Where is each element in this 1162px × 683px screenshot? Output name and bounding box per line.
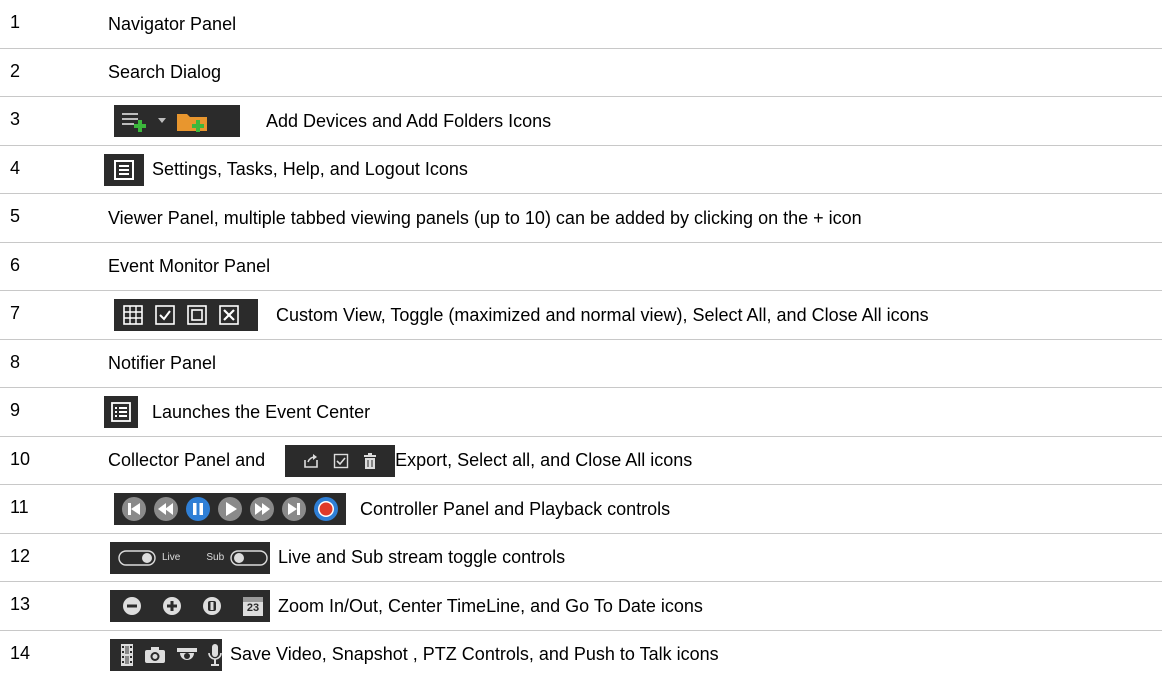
legend-row: 14 Save Video, Snapshot , PTZ Controls, … <box>0 631 1162 680</box>
collector-icons-strip <box>285 444 396 477</box>
export-icon <box>303 453 319 469</box>
skip-start-icon <box>120 495 148 523</box>
event-center-list-icon <box>110 401 132 423</box>
live-toggle-icon <box>118 549 156 566</box>
row-number: 6 <box>10 254 21 275</box>
skip-end-icon <box>280 495 308 523</box>
legend-row: 11 Controller Panel and Playback control… <box>0 485 1162 534</box>
row-number: 1 <box>10 12 21 32</box>
legend-row: 5 Viewer Panel, multiple tabbed viewing … <box>0 194 1162 243</box>
legend-row: 1 Navigator Panel <box>0 0 1162 49</box>
legend-table: 1 Navigator Panel 2 Search Dialog 3 Add … <box>0 0 1162 679</box>
row-description: Zoom In/Out, Center TimeLine, and Go To … <box>278 595 703 616</box>
trash-icon <box>363 452 377 469</box>
row-description: Save Video, Snapshot , PTZ Controls, and… <box>230 644 719 664</box>
row-number: 10 <box>10 448 31 469</box>
calendar-icon: 23 <box>242 595 263 617</box>
row-number: 13 <box>10 594 31 614</box>
play-icon <box>216 495 244 523</box>
row-description: Settings, Tasks, Help, and Logout Icons <box>152 159 468 179</box>
microphone-icon <box>208 643 222 667</box>
ptz-dome-icon <box>176 646 198 664</box>
sub-toggle-icon <box>230 549 268 566</box>
row-number: 5 <box>10 206 21 226</box>
media-icons-strip <box>110 638 222 671</box>
legend-row: 9 Launches the Event Center <box>0 388 1162 437</box>
row-description: Event Monitor Panel <box>108 256 271 276</box>
settings-icon-strip <box>104 153 144 186</box>
row-description: Export, Select all, and Close All icons <box>395 450 693 470</box>
menu-list-icon <box>113 159 135 181</box>
close-all-icon <box>218 304 240 326</box>
row-description: Notifier Panel <box>108 353 217 373</box>
legend-row: 8 Notifier Panel <box>0 340 1162 388</box>
camera-icon <box>144 646 166 664</box>
stream-toggles-strip: Live Sub <box>110 541 270 574</box>
legend-row: 2 Search Dialog <box>0 49 1162 97</box>
select-all-check-icon <box>154 304 176 326</box>
calendar-day: 23 <box>246 602 260 614</box>
legend-row: 4 Settings, Tasks, Help, and Logout Icon… <box>0 146 1162 194</box>
select-all-check-icon <box>333 453 349 469</box>
film-strip-icon <box>120 643 134 667</box>
legend-row: 10 Collector Panel and Export, Select al… <box>0 437 1162 485</box>
dropdown-arrow-icon <box>158 118 166 124</box>
add-folder-icon <box>174 109 214 133</box>
row-description-prefix: Collector Panel and <box>108 450 266 470</box>
record-icon <box>312 495 340 523</box>
sub-label: Sub <box>206 552 225 563</box>
view-icons-strip <box>114 299 258 331</box>
pause-icon <box>184 495 212 523</box>
row-description: Controller Panel and Playback controls <box>360 498 671 519</box>
zoom-out-icon <box>122 596 142 616</box>
playback-controls-strip <box>114 493 346 525</box>
row-number: 14 <box>10 642 31 663</box>
legend-row: 12 Live Sub Live and Sub stream toggle c… <box>0 534 1162 582</box>
row-number: 7 <box>10 303 21 323</box>
row-description: Launches the Event Center <box>152 401 371 422</box>
legend-row: 7 Custom View, Toggle (maximized and nor… <box>0 291 1162 340</box>
fast-forward-icon <box>248 495 276 523</box>
add-icons-strip <box>114 105 240 137</box>
rewind-icon <box>152 495 180 523</box>
row-description: Search Dialog <box>108 62 222 82</box>
zoom-in-icon <box>162 596 182 616</box>
row-description: Viewer Panel, multiple tabbed viewing pa… <box>108 207 862 228</box>
row-number: 12 <box>10 545 31 566</box>
legend-row: 13 23 Zoom In/Out, Center TimeLine, and … <box>0 582 1162 631</box>
timeline-icons-strip: 23 <box>110 590 270 622</box>
legend-row: 6 Event Monitor Panel <box>0 243 1162 291</box>
row-description: Navigator Panel <box>108 13 237 34</box>
row-description: Add Devices and Add Folders Icons <box>266 110 552 131</box>
center-timeline-icon <box>202 596 222 616</box>
event-center-icon-strip <box>104 396 138 428</box>
custom-view-grid-icon <box>122 304 144 326</box>
toggle-maximize-icon <box>186 304 208 326</box>
row-number: 11 <box>10 497 29 517</box>
add-device-icon <box>120 109 150 133</box>
legend-row: 3 Add Devices and Add Folders Icons <box>0 97 1162 146</box>
row-number: 8 <box>10 351 21 372</box>
row-number: 9 <box>10 400 21 420</box>
live-label: Live <box>162 552 181 563</box>
row-number: 4 <box>10 157 21 178</box>
row-description: Custom View, Toggle (maximized and norma… <box>276 304 929 325</box>
row-description: Live and Sub stream toggle controls <box>278 547 566 567</box>
row-number: 3 <box>10 109 21 129</box>
row-number: 2 <box>10 60 21 81</box>
